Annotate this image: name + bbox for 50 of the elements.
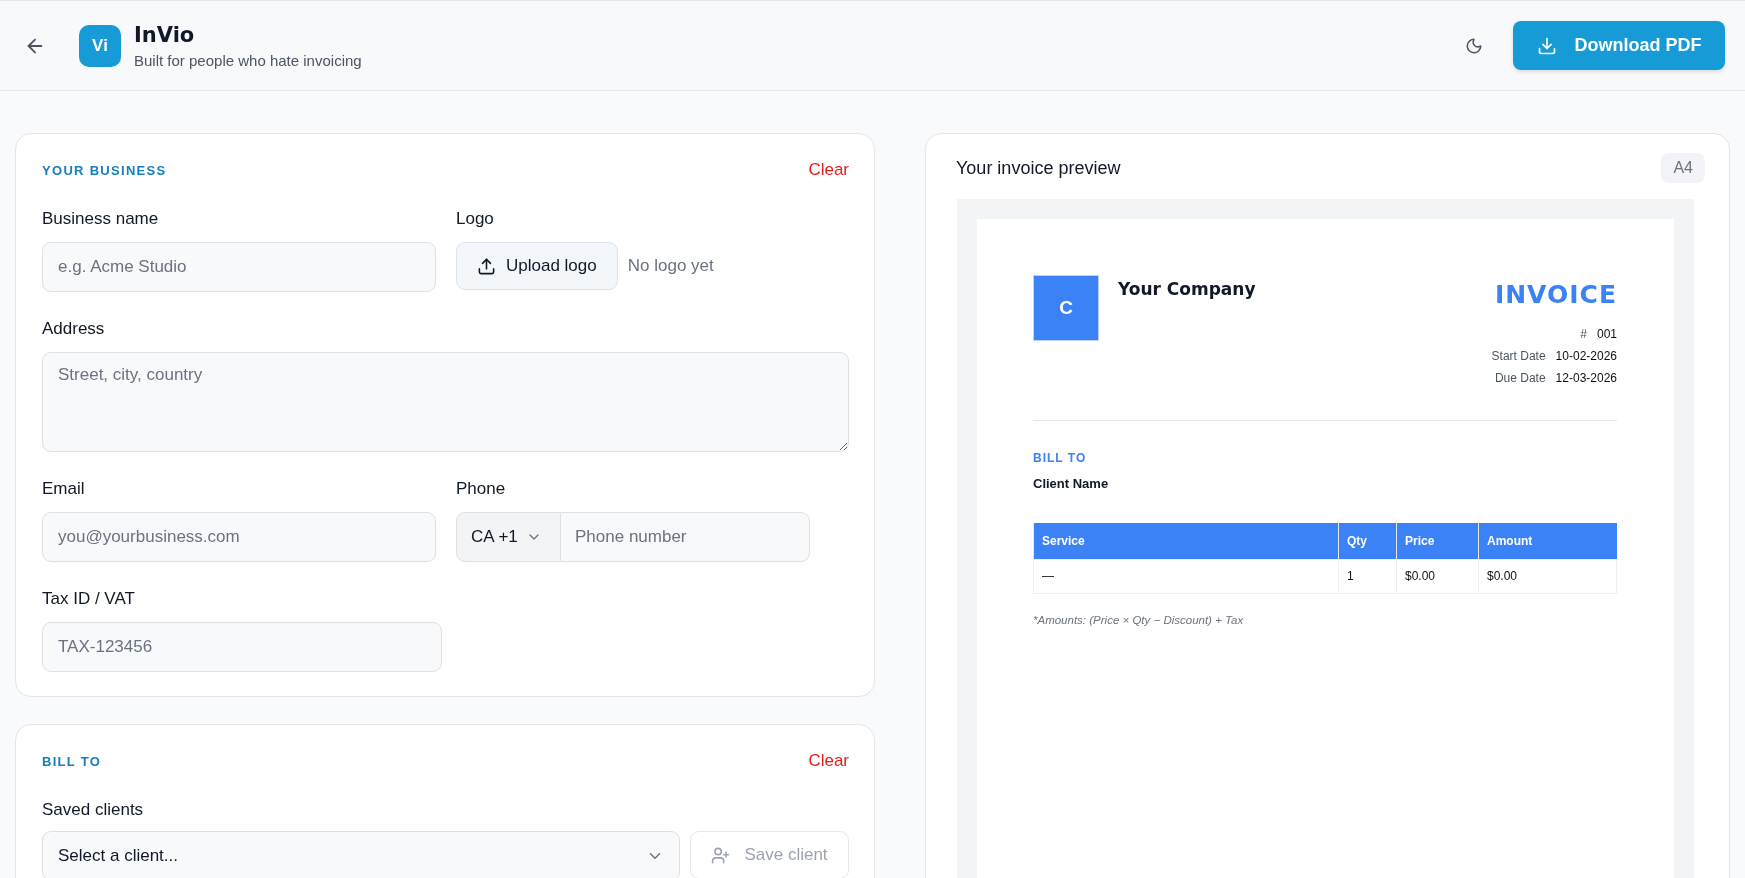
table-cell: $0.00 xyxy=(1396,559,1479,593)
table-cell: $0.00 xyxy=(1478,559,1617,593)
field-label: Business name xyxy=(42,209,160,229)
section-title: BILL TO xyxy=(42,753,102,769)
preview-title: Your invoice preview xyxy=(956,157,1121,179)
company-logo: C xyxy=(1033,275,1099,341)
upload-logo-button[interactable]: Upload logo xyxy=(456,242,618,290)
field-label: Email xyxy=(42,479,86,499)
user-plus-icon xyxy=(711,845,731,865)
field-label: Tax ID / VAT xyxy=(42,589,136,609)
app-logo: Vi xyxy=(79,24,121,67)
app-title: InVio xyxy=(134,22,196,47)
dark-mode-toggle[interactable] xyxy=(1465,36,1483,55)
client-name: Client Name xyxy=(1033,476,1110,491)
company-name: Your Company xyxy=(1118,279,1256,301)
client-select[interactable]: Select a client... xyxy=(42,831,680,878)
field-label: Phone xyxy=(456,479,507,499)
meta-label: # xyxy=(1580,326,1587,343)
column-header: Price xyxy=(1396,523,1479,559)
meta-value: 10-02-2026 xyxy=(1555,348,1617,365)
download-button[interactable]: Download PDF xyxy=(1513,21,1725,70)
app-tagline: Built for people who hate invoicing xyxy=(134,51,362,69)
business-name-field[interactable]: e.g. Acme Studio xyxy=(42,242,436,292)
table-cell: — xyxy=(1033,559,1339,593)
phone-number-field[interactable]: Phone number xyxy=(561,512,810,562)
paper-size-badge: A4 xyxy=(1661,153,1705,183)
upload-icon xyxy=(477,256,496,276)
country-code-select[interactable]: CA +1 xyxy=(456,512,561,562)
invoice-heading: INVOICE xyxy=(1494,280,1617,309)
column-header: Service xyxy=(1033,523,1339,559)
email-field[interactable]: you@yourbusiness.com xyxy=(42,512,436,562)
meta-value: 001 xyxy=(1596,326,1617,343)
meta-label: Due Date xyxy=(1494,370,1546,387)
field-label: Logo xyxy=(456,209,495,229)
field-label: Saved clients xyxy=(42,800,144,819)
amounts-note: *Amounts: (Price × Qty − Discount) + Tax xyxy=(1033,613,1245,626)
section-title: YOUR BUSINESS xyxy=(42,162,167,178)
download-icon xyxy=(1536,35,1557,56)
field-label: Address xyxy=(42,319,106,339)
table-cell: 1 xyxy=(1338,559,1397,593)
address-field[interactable]: Street, city, country xyxy=(42,352,849,452)
column-header: Qty xyxy=(1338,523,1397,559)
tax-id-field[interactable]: TAX-123456 xyxy=(42,622,442,672)
clear-link[interactable]: Clear xyxy=(808,751,849,771)
logo-status: No logo yet xyxy=(627,256,714,276)
bill-to-label: BILL TO xyxy=(1033,451,1088,465)
clear-link[interactable]: Clear xyxy=(808,160,849,180)
column-header: Amount xyxy=(1478,523,1617,559)
meta-value: 12-03-2026 xyxy=(1555,370,1617,387)
meta-label: Start Date xyxy=(1491,348,1546,365)
